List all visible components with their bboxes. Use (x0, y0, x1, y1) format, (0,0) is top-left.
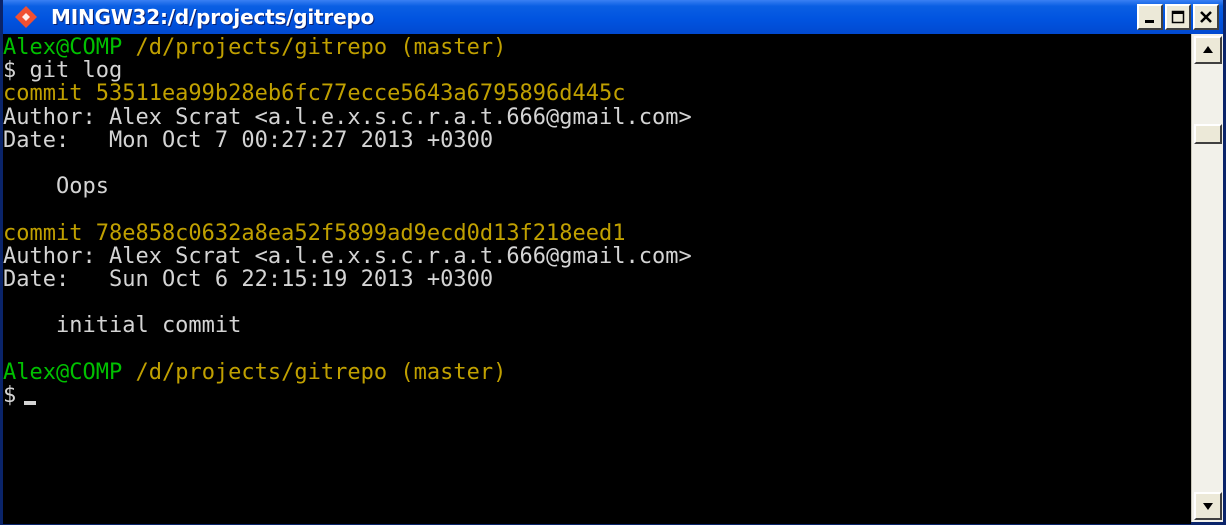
close-icon (1200, 11, 1212, 23)
terminal-window: MINGW32:/d/projects/gitrepo Alex@COMP /d… (0, 0, 1226, 525)
maximize-button[interactable] (1165, 4, 1191, 30)
date-line: Date: Mon Oct 7 00:27:27 2013 +0300 (3, 127, 494, 153)
commit-hash-line: commit 78e858c0632a8ea52f5899ad9ecd0d13f… (3, 220, 626, 246)
prompt-path: /d/projects/gitrepo (master) (122, 359, 507, 385)
prompt-user: Alex@COMP (3, 359, 123, 385)
window-title: MINGW32:/d/projects/gitrepo (51, 5, 375, 29)
text-cursor (24, 401, 37, 406)
dollar-prompt: $ (3, 382, 17, 408)
git-logo-icon (13, 4, 39, 30)
command-line: $ git log (3, 58, 123, 84)
arrow-down-icon (1203, 503, 1213, 510)
console-area: Alex@COMP /d/projects/gitrepo (master) $… (3, 34, 1223, 524)
scroll-down-button[interactable] (1194, 492, 1222, 520)
scrollbar-thumb[interactable] (1194, 124, 1222, 144)
minimize-button[interactable] (1137, 4, 1163, 30)
commit-message: Oops (3, 174, 109, 200)
vertical-scrollbar[interactable] (1191, 34, 1223, 522)
prompt-path: /d/projects/gitrepo (master) (122, 35, 507, 60)
arrow-up-icon (1203, 46, 1213, 53)
title-bar[interactable]: MINGW32:/d/projects/gitrepo (3, 0, 1223, 34)
scroll-up-button[interactable] (1194, 36, 1222, 64)
author-line: Author: Alex Scrat <a.l.e.x.s.c.r.a.t.66… (3, 243, 692, 269)
maximize-icon (1171, 10, 1185, 24)
author-line: Author: Alex Scrat <a.l.e.x.s.c.r.a.t.66… (3, 104, 692, 130)
prompt-user: Alex@COMP (3, 35, 123, 60)
input-line[interactable]: $ (3, 384, 1191, 407)
prompt-line: Alex@COMP /d/projects/gitrepo (master) (3, 361, 1191, 384)
commit-message: initial commit (3, 313, 242, 339)
commit-hash-line: commit 53511ea99b28eb6fc77ecce5643a67958… (3, 81, 626, 107)
terminal-output[interactable]: Alex@COMP /d/projects/gitrepo (master) $… (3, 34, 1191, 524)
prompt-line: Alex@COMP /d/projects/gitrepo (master) (3, 36, 1191, 59)
minimize-icon (1145, 20, 1154, 23)
date-line: Date: Sun Oct 6 22:15:19 2013 +0300 (3, 266, 494, 292)
close-button[interactable] (1193, 4, 1219, 30)
